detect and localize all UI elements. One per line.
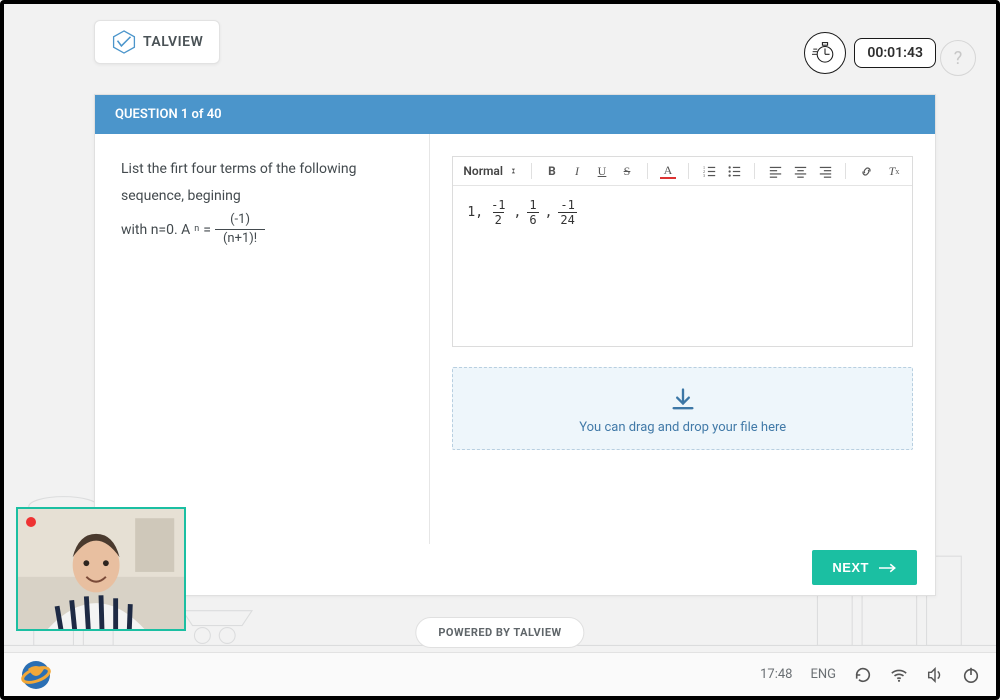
download-icon (669, 386, 697, 414)
dropzone-text: You can drag and drop your file here (463, 420, 902, 435)
bold-button[interactable]: B (544, 163, 560, 179)
help-button[interactable]: ? (940, 40, 976, 76)
powered-by-label: POWERED BY TALVIEW (415, 617, 584, 648)
italic-button[interactable]: I (569, 163, 585, 179)
formula-fraction: (-1) (n+1)! (215, 213, 265, 247)
timer: 00:01:43 (804, 32, 936, 74)
recording-indicator-icon (26, 517, 36, 527)
answer-editor[interactable]: Normal B I U S A (452, 156, 913, 347)
clear-format-button[interactable]: Tx (886, 163, 902, 179)
power-icon[interactable] (962, 666, 980, 684)
refresh-icon[interactable] (854, 666, 872, 684)
browser-icon[interactable] (20, 659, 52, 691)
align-right-button[interactable] (817, 163, 833, 179)
brand-logo: TALVIEW (94, 20, 220, 64)
prompt-line1: List the firt four terms of the followin… (121, 156, 403, 209)
webcam-preview (16, 507, 186, 631)
format-dropdown[interactable]: Normal (463, 164, 519, 178)
svg-text:3: 3 (703, 173, 705, 178)
stopwatch-icon (804, 32, 846, 74)
taskbar: 17:48 ENG (4, 652, 996, 696)
align-center-button[interactable] (792, 163, 808, 179)
next-button[interactable]: NEXT (812, 550, 917, 585)
editor-textarea[interactable]: 1, -12 , 16 , -124 (453, 186, 912, 346)
align-left-button[interactable] (767, 163, 783, 179)
volume-icon[interactable] (926, 666, 944, 684)
wifi-icon[interactable] (890, 666, 908, 684)
taskbar-lang[interactable]: ENG (810, 667, 836, 682)
file-dropzone[interactable]: You can drag and drop your file here (452, 367, 913, 450)
link-button[interactable] (858, 163, 874, 179)
question-prompt: List the firt four terms of the followin… (95, 134, 430, 544)
text-color-button[interactable]: A (660, 163, 676, 179)
question-card: QUESTION 1 of 40 List the firt four term… (94, 94, 936, 596)
brand-name: TALVIEW (143, 34, 203, 50)
editor-toolbar: Normal B I U S A (453, 157, 912, 186)
underline-button[interactable]: U (594, 163, 610, 179)
timer-value: 00:01:43 (854, 38, 936, 68)
taskbar-time: 17:48 (760, 667, 792, 682)
brand-mark-icon (111, 29, 137, 55)
ordered-list-button[interactable]: 123 (701, 163, 717, 179)
question-header: QUESTION 1 of 40 (95, 95, 935, 134)
bullet-list-button[interactable] (726, 163, 742, 179)
strike-button[interactable]: S (619, 163, 635, 179)
